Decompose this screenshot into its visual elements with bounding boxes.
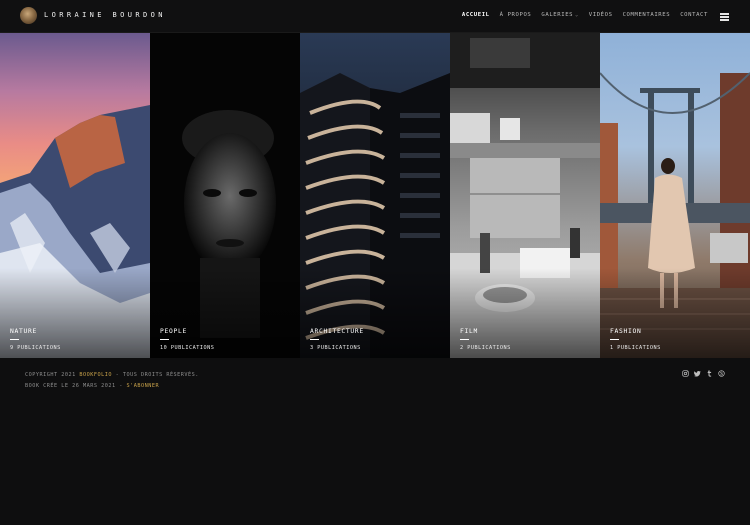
social-links: [682, 370, 725, 377]
site-header: LORRAINE BOURDON ACCUEIL À PROPOS GALERI…: [0, 0, 750, 33]
gallery-grid: NATURE 9 PUBLICATIONS PEOPLE 10 PUBLICAT…: [0, 33, 750, 358]
copyright-line: COPYRIGHT 2021 BOOKFOLIO - TOUS DROITS R…: [25, 372, 199, 378]
chevron-down-icon: ⌄: [575, 12, 579, 18]
main-nav: ACCUEIL À PROPOS GALERIES ⌄ VIDÉOS COMMEN…: [462, 12, 708, 18]
tile-count: 2 PUBLICATIONS: [460, 345, 511, 351]
tumblr-icon[interactable]: [706, 370, 713, 377]
nav-item-galeries-label: GALERIES: [541, 12, 574, 18]
tile-title: FASHION: [610, 328, 642, 335]
tile-divider: [310, 339, 319, 340]
tile-title: PEOPLE: [160, 328, 187, 335]
tile-divider: [10, 339, 19, 340]
tile-divider: [460, 339, 469, 340]
tile-count: 10 PUBLICATIONS: [160, 345, 215, 351]
tile-count: 3 PUBLICATIONS: [310, 345, 361, 351]
nav-item-galeries[interactable]: GALERIES ⌄: [541, 12, 578, 18]
tile-divider: [610, 339, 619, 340]
copyright-prefix: COPYRIGHT 2021: [25, 372, 80, 378]
nav-item-a-propos[interactable]: À PROPOS: [500, 12, 532, 18]
tile-count: 9 PUBLICATIONS: [10, 345, 61, 351]
tile-count: 1 PUBLICATIONS: [610, 345, 661, 351]
subscribe-link[interactable]: S'ABONNER: [126, 383, 159, 389]
tile-title: FILM: [460, 328, 478, 335]
gallery-tile-people[interactable]: PEOPLE 10 PUBLICATIONS: [150, 33, 300, 358]
copyright-suffix: - TOUS DROITS RÉSERVÉS.: [111, 372, 199, 378]
created-text: BOOK CRÉE LE 26 MARS 2021 -: [25, 383, 127, 389]
skype-icon[interactable]: [718, 370, 725, 377]
gallery-tile-film[interactable]: FILM 2 PUBLICATIONS: [450, 33, 600, 358]
site-title[interactable]: LORRAINE BOURDON: [44, 11, 166, 19]
nav-item-accueil[interactable]: ACCUEIL: [462, 12, 490, 18]
twitter-icon[interactable]: [694, 370, 701, 377]
hamburger-menu-icon[interactable]: [720, 13, 729, 21]
nav-item-contact[interactable]: CONTACT: [680, 12, 708, 18]
bookfolio-link[interactable]: BOOKFOLIO: [79, 372, 112, 378]
nav-item-commentaires[interactable]: COMMENTAIRES: [623, 12, 671, 18]
instagram-icon[interactable]: [682, 370, 689, 377]
logo-avatar[interactable]: [20, 7, 37, 24]
tile-divider: [160, 339, 169, 340]
site-footer: COPYRIGHT 2021 BOOKFOLIO - TOUS DROITS R…: [0, 358, 750, 525]
created-line: BOOK CRÉE LE 26 MARS 2021 - S'ABONNER: [25, 383, 159, 389]
gallery-tile-fashion[interactable]: FASHION 1 PUBLICATIONS: [600, 33, 750, 358]
gallery-tile-nature[interactable]: NATURE 9 PUBLICATIONS: [0, 33, 150, 358]
gallery-tile-architecture[interactable]: ARCHITECTURE 3 PUBLICATIONS: [300, 33, 450, 358]
tile-title: ARCHITECTURE: [310, 328, 364, 335]
tile-title: NATURE: [10, 328, 37, 335]
nav-item-videos[interactable]: VIDÉOS: [589, 12, 613, 18]
